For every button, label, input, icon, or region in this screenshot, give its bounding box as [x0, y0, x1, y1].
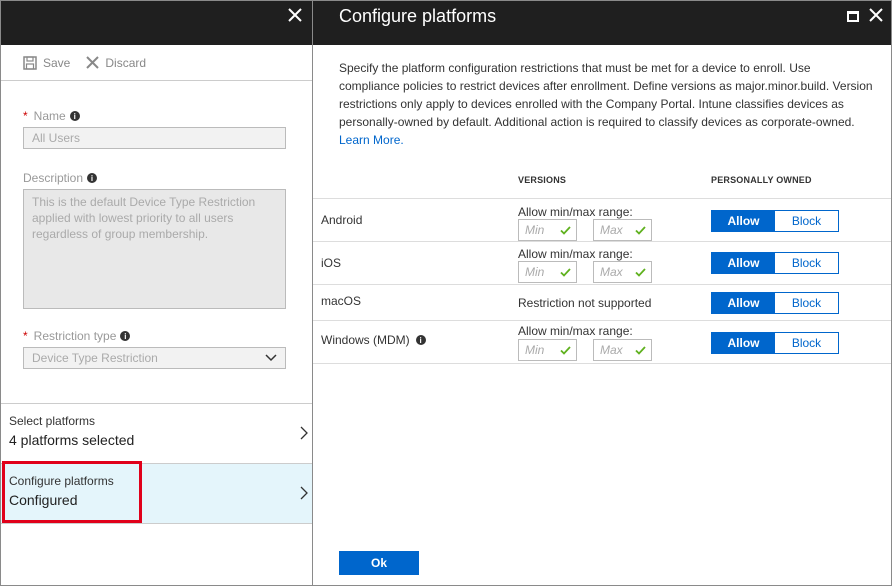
restriction-form: * Name i All Users Description i This is …	[1, 109, 312, 369]
ownership-toggle[interactable]: Allow Block	[711, 210, 839, 232]
ok-button[interactable]: Ok	[339, 551, 419, 575]
save-button[interactable]: Save	[23, 56, 70, 70]
max-version-input[interactable]: Max	[593, 219, 652, 241]
platform-row-windows: Windows (MDM) i Allow min/max range: Min…	[313, 320, 891, 364]
block-option[interactable]: Block	[775, 333, 838, 353]
restriction-type-value: Device Type Restriction	[32, 351, 158, 365]
platform-name: Windows (MDM) i	[321, 333, 426, 347]
nav-select-platforms[interactable]: Select platforms 4 platforms selected	[1, 403, 312, 463]
learn-more-link[interactable]: Learn More.	[339, 133, 404, 147]
ownership-toggle[interactable]: Allow Block	[711, 252, 839, 274]
description-label: Description i	[23, 171, 290, 185]
max-version-input[interactable]: Max	[593, 261, 652, 283]
name-label: * Name i	[23, 109, 290, 123]
allow-option[interactable]: Allow	[712, 333, 775, 353]
platform-name: macOS	[321, 294, 362, 308]
info-icon[interactable]: i	[69, 111, 80, 121]
info-icon[interactable]: i	[415, 335, 426, 345]
min-version-input[interactable]: Min	[518, 219, 577, 241]
block-option[interactable]: Block	[775, 253, 838, 273]
min-version-input[interactable]: Min	[518, 261, 577, 283]
ownership-toggle[interactable]: Allow Block	[711, 292, 839, 314]
restriction-type-select[interactable]: Device Type Restriction	[23, 347, 286, 369]
blade-title: Configure platforms	[339, 6, 497, 26]
discard-label: Discard	[105, 55, 147, 70]
name-field[interactable]: All Users	[23, 127, 286, 149]
close-icon[interactable]	[869, 8, 883, 25]
restriction-not-supported: Restriction not supported	[518, 296, 652, 310]
block-option[interactable]: Block	[775, 211, 838, 231]
block-option[interactable]: Block	[775, 293, 838, 313]
restriction-type-label: * Restriction type i	[23, 329, 290, 343]
min-version-input[interactable]: Min	[518, 339, 577, 361]
platform-row-ios: iOS Allow min/max range: Min Max Allow B…	[313, 241, 891, 284]
description-field[interactable]: This is the default Device Type Restrict…	[23, 189, 286, 309]
allow-option[interactable]: Allow	[712, 293, 775, 313]
toolbar: Save Discard	[1, 45, 312, 81]
blade-description: Specify the platform configuration restr…	[339, 61, 873, 147]
discard-icon	[86, 56, 100, 69]
allow-option[interactable]: Allow	[712, 253, 775, 273]
personally-owned-column-header: PERSONALLY OWNED	[711, 175, 812, 185]
nav-title: Select platforms	[9, 414, 96, 428]
platform-row-macos: macOS Restriction not supported Allow Bl…	[313, 284, 891, 320]
save-label: Save	[43, 55, 71, 70]
allow-option[interactable]: Allow	[712, 211, 775, 231]
range-label: Allow min/max range:	[518, 247, 633, 261]
versions-column-header: VERSIONS	[518, 175, 567, 185]
nav-subtitle: 4 platforms selected	[9, 432, 135, 448]
platform-name: Android	[321, 213, 363, 227]
max-version-input[interactable]: Max	[593, 339, 652, 361]
platform-row-android: Android Allow min/max range: Min Max All…	[313, 198, 891, 241]
platform-name: iOS	[321, 256, 342, 270]
save-icon	[23, 55, 37, 70]
range-label: Allow min/max range:	[518, 205, 633, 219]
configure-platforms-blade: Configure platforms Specify the platform…	[313, 0, 892, 586]
range-label: Allow min/max range:	[518, 324, 633, 338]
highlight-box	[2, 461, 142, 523]
divider	[1, 523, 312, 544]
info-icon[interactable]: i	[87, 173, 98, 183]
right-blade-header: Configure platforms	[313, 1, 891, 45]
left-blade-header	[1, 1, 312, 45]
maximize-icon[interactable]	[847, 11, 859, 22]
discard-button[interactable]: Discard	[86, 56, 146, 70]
ownership-toggle[interactable]: Allow Block	[711, 332, 839, 354]
info-icon[interactable]: i	[120, 331, 131, 341]
close-icon[interactable]	[288, 8, 304, 24]
